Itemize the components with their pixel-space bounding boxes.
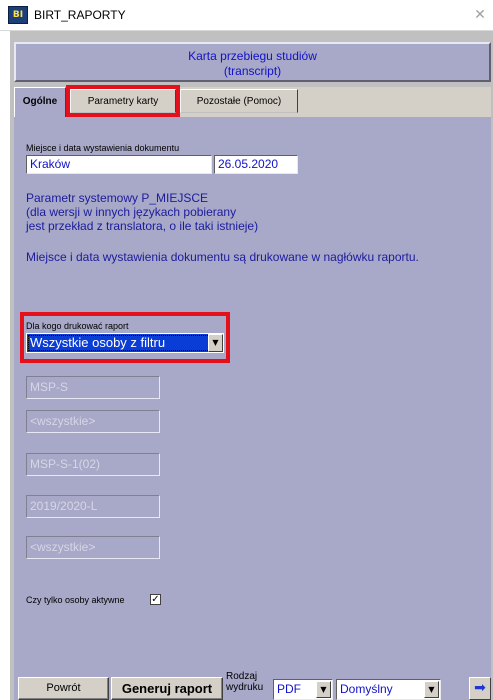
report-title: Karta przebiegu studiów bbox=[188, 49, 317, 63]
info-translation-note-2: jest przekład z translatora, o ile taki … bbox=[26, 219, 259, 233]
print-for-label: Dla kogo drukować raport bbox=[26, 321, 129, 331]
generate-report-button[interactable]: Generuj raport bbox=[111, 677, 223, 700]
tab-card-parameters[interactable]: Parametry karty bbox=[66, 85, 180, 117]
arrow-right-icon[interactable]: ➡ bbox=[469, 677, 491, 700]
window-title: BIRT_RAPORTY bbox=[34, 8, 126, 22]
print-for-select[interactable]: Wszystkie osoby z filtru bbox=[26, 333, 224, 353]
place-input[interactable]: Kraków bbox=[26, 155, 212, 174]
filter-field-group: <wszystkie> bbox=[26, 536, 160, 559]
info-translation-note: (dla wersji w innych językach pobierany bbox=[26, 205, 237, 219]
app-icon: BI bbox=[8, 6, 28, 24]
tab-general[interactable]: Ogólne bbox=[14, 87, 66, 117]
info-print-header-note: Miejsce i data wystawienia dokumentu są … bbox=[26, 250, 419, 264]
chevron-down-icon[interactable]: ▼ bbox=[316, 681, 331, 698]
output-type-label: Rodzaj wydruku bbox=[226, 671, 263, 693]
date-input[interactable]: 26.05.2020 bbox=[214, 155, 298, 174]
tab-other-help[interactable]: Pozostałe (Pomoc) bbox=[180, 89, 298, 113]
report-subtitle: (transcript) bbox=[223, 64, 282, 78]
close-icon[interactable]: ✕ bbox=[467, 4, 493, 26]
filter-field-specialization: <wszystkie> bbox=[26, 410, 160, 433]
chevron-down-icon[interactable]: ▼ bbox=[208, 334, 223, 352]
title-bar: BI BIRT_RAPORTY ✕ bbox=[0, 0, 493, 31]
report-header: Karta przebiegu studiów (transcript) bbox=[14, 42, 491, 82]
filter-field-period: 2019/2020-L bbox=[26, 495, 160, 518]
chevron-down-icon[interactable]: ▼ bbox=[424, 681, 439, 698]
back-button[interactable]: Powrót bbox=[18, 677, 109, 700]
active-only-label: Czy tylko osoby aktywne bbox=[26, 595, 125, 605]
output-type-label-line1: Rodzaj bbox=[226, 671, 258, 682]
filter-field-programme: MSP-S bbox=[26, 376, 160, 399]
info-system-parameter: Parametr systemowy P_MIEJSCE bbox=[26, 191, 209, 205]
active-only-checkbox[interactable]: ✓ bbox=[150, 594, 161, 605]
location-date-label: Miejsce i data wystawienia dokumentu bbox=[26, 143, 180, 153]
filter-field-stage: MSP-S-1(02) bbox=[26, 453, 160, 476]
output-type-label-line2: wydruku bbox=[226, 682, 264, 693]
